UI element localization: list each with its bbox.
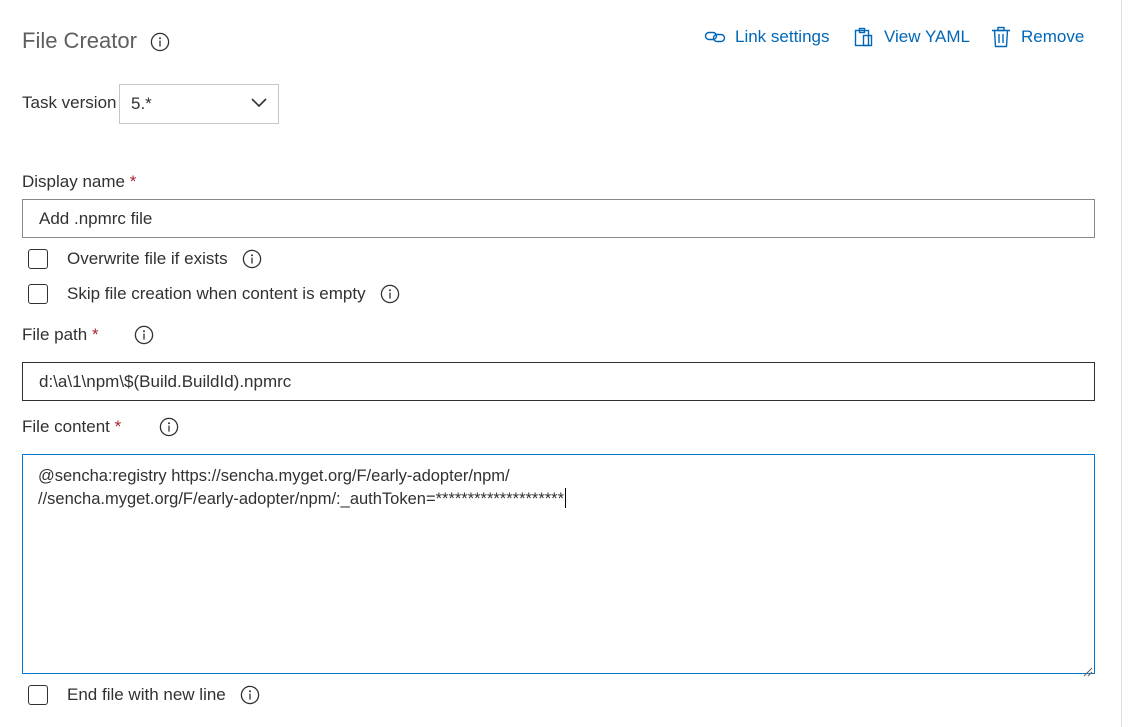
- file-content-line: @sencha:registry https://sencha.myget.or…: [38, 467, 510, 485]
- required-mark: *: [91, 325, 99, 344]
- task-version-value: 5.*: [131, 94, 152, 113]
- info-icon[interactable]: [134, 325, 154, 345]
- file-content-line-with-caret: //sencha.myget.org/F/early-adopter/npm/:…: [38, 488, 1079, 511]
- display-name-input[interactable]: Add .npmrc file: [22, 199, 1095, 238]
- display-name-label: Display name *: [22, 172, 136, 192]
- display-name-value: Add .npmrc file: [39, 208, 153, 228]
- required-mark: *: [114, 417, 122, 436]
- view-yaml-button[interactable]: View YAML: [853, 26, 970, 48]
- info-icon[interactable]: [150, 32, 170, 52]
- skip-empty-label: Skip file creation when content is empty: [67, 284, 366, 303]
- text-caret: [565, 488, 567, 508]
- file-path-input[interactable]: d:\a\1\npm\$(Build.BuildId).npmrc: [22, 362, 1095, 401]
- link-icon: [704, 26, 726, 48]
- link-settings-button[interactable]: Link settings: [704, 26, 830, 48]
- file-content-label-text: File content: [22, 417, 110, 436]
- resize-handle-icon[interactable]: [1082, 661, 1093, 677]
- clipboard-icon: [853, 26, 875, 48]
- link-settings-label: Link settings: [735, 27, 830, 46]
- info-icon[interactable]: [159, 417, 179, 437]
- end-newline-checkbox[interactable]: [28, 685, 48, 705]
- view-yaml-label: View YAML: [884, 27, 970, 46]
- overwrite-option[interactable]: Overwrite file if exists: [28, 249, 262, 269]
- panel-divider: [1121, 0, 1122, 727]
- file-path-value: d:\a\1\npm\$(Build.BuildId).npmrc: [39, 371, 292, 391]
- task-version-label: Task version: [22, 93, 117, 112]
- info-icon[interactable]: [242, 249, 262, 269]
- remove-button[interactable]: Remove: [990, 26, 1084, 48]
- display-name-label-text: Display name: [22, 172, 125, 191]
- skip-empty-option[interactable]: Skip file creation when content is empty: [28, 284, 400, 304]
- trash-icon: [990, 26, 1012, 48]
- file-content-line: //sencha.myget.org/F/early-adopter/npm/:…: [38, 490, 565, 508]
- required-mark: *: [129, 172, 137, 191]
- file-content-textarea[interactable]: @sencha:registry https://sencha.myget.or…: [22, 454, 1095, 677]
- page-title: File Creator: [22, 28, 137, 53]
- overwrite-label: Overwrite file if exists: [67, 249, 228, 268]
- file-content-label: File content *: [22, 417, 121, 437]
- task-version-dropdown[interactable]: 5.*: [119, 84, 279, 124]
- file-creator-task-panel: File Creator Link settings View YAML Rem…: [0, 0, 1129, 727]
- info-icon[interactable]: [380, 284, 400, 304]
- end-newline-option[interactable]: End file with new line: [28, 685, 260, 705]
- file-path-label-text: File path: [22, 325, 88, 344]
- skip-empty-checkbox[interactable]: [28, 284, 48, 304]
- file-path-label: File path *: [22, 325, 99, 345]
- end-newline-label: End file with new line: [67, 685, 226, 704]
- overwrite-checkbox[interactable]: [28, 249, 48, 269]
- chevron-down-icon: [250, 94, 268, 114]
- info-icon[interactable]: [240, 685, 260, 705]
- remove-label: Remove: [1021, 27, 1085, 46]
